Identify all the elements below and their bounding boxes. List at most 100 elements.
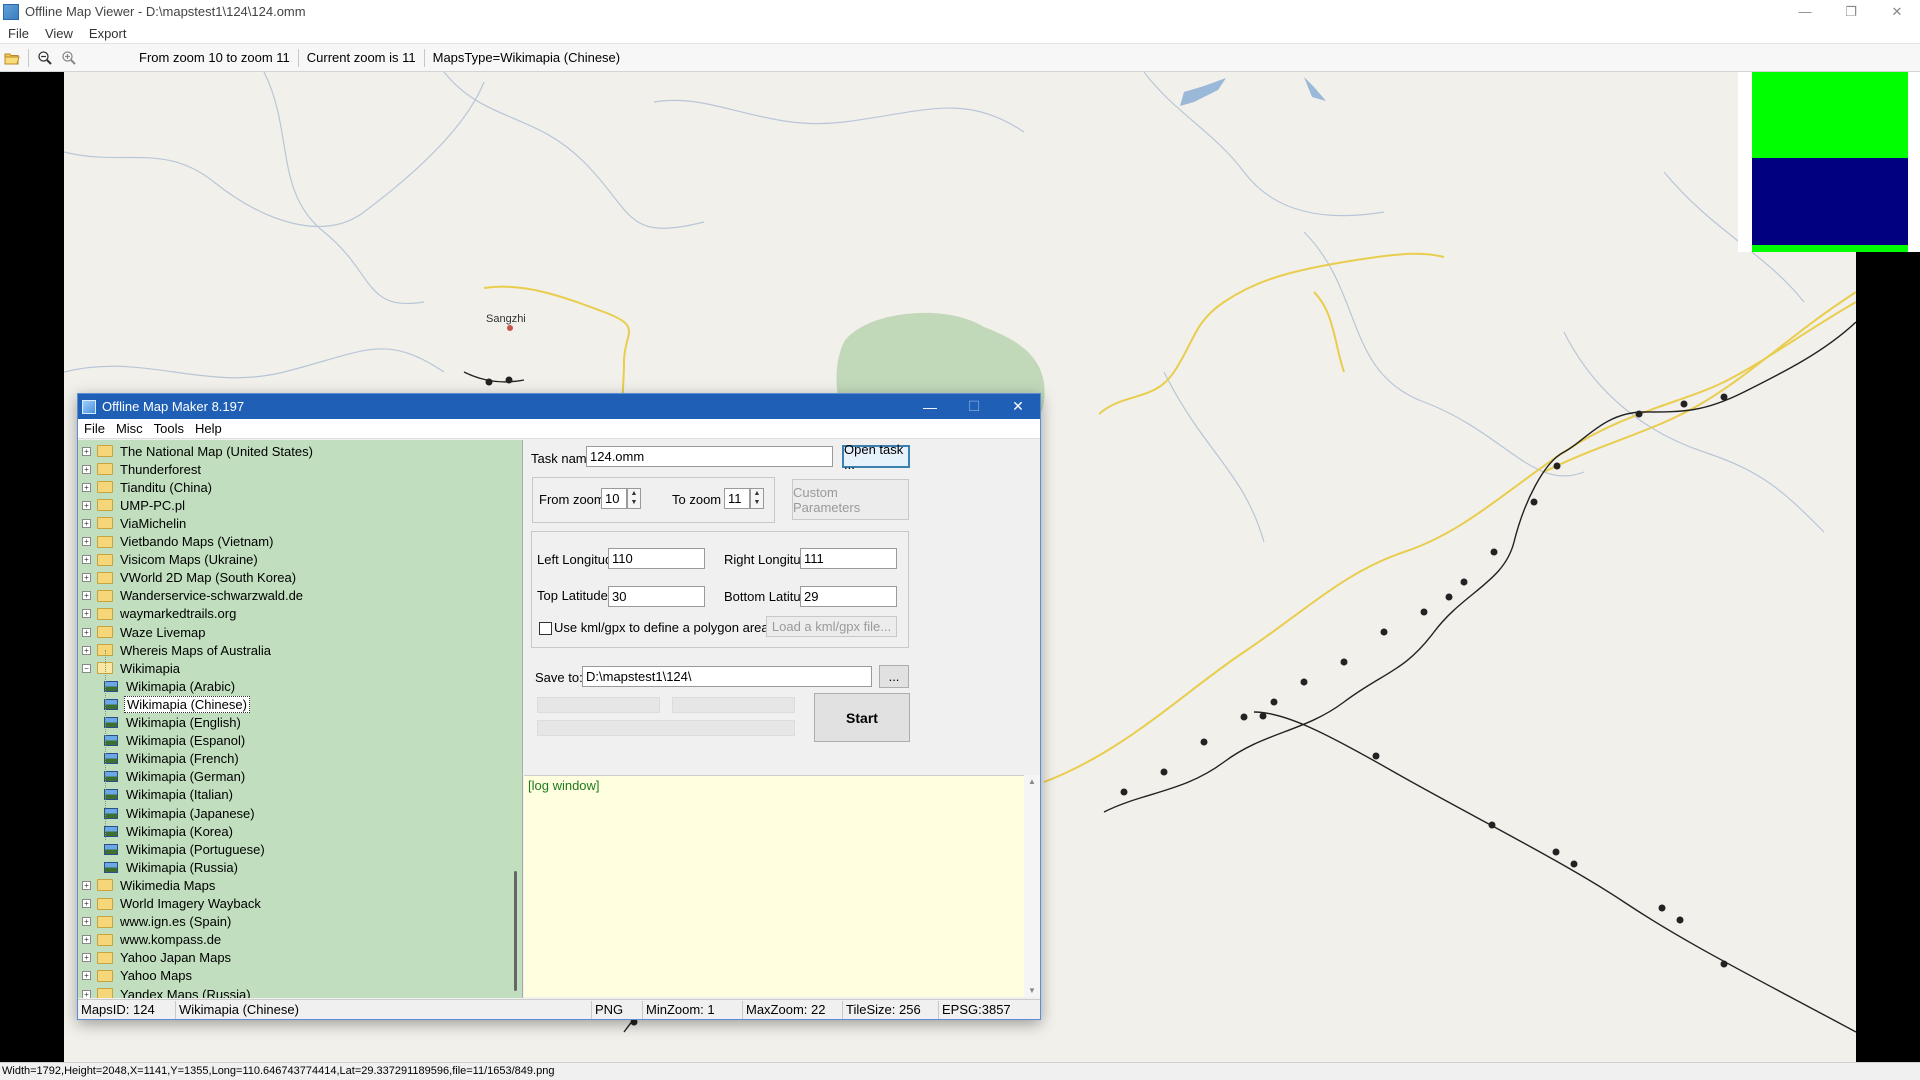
expand-icon[interactable]: + xyxy=(82,899,91,908)
expand-icon[interactable]: + xyxy=(82,518,91,528)
log-window[interactable]: [log window] xyxy=(524,775,1024,997)
tree-item[interactable]: + www.kompass.de xyxy=(82,931,223,949)
menu-file[interactable]: File xyxy=(0,26,37,41)
overview-map[interactable] xyxy=(1738,72,1920,252)
spin-up-icon[interactable]: ▲ xyxy=(751,489,763,498)
expand-icon[interactable]: + xyxy=(82,935,91,945)
expand-icon[interactable]: + xyxy=(82,537,91,546)
dialog-menu-help[interactable]: Help xyxy=(190,421,227,436)
open-folder-icon[interactable] xyxy=(0,47,24,69)
tree-item[interactable]: + www.ign.es (Spain) xyxy=(82,913,233,931)
zoom-in-icon[interactable] xyxy=(57,47,81,69)
status-epsg: EPSG:3857 xyxy=(942,1001,1011,1017)
menu-view[interactable]: View xyxy=(37,26,81,41)
tree-item[interactable]: + waymarkedtrails.org xyxy=(82,605,238,623)
spin-up-icon[interactable]: ▲ xyxy=(628,489,640,498)
tree-item[interactable]: Wikimapia (Portuguese) xyxy=(104,840,267,858)
tree-item[interactable]: + VWorld 2D Map (South Korea) xyxy=(82,569,298,587)
start-button[interactable]: Start xyxy=(814,693,910,742)
status-min-zoom: MinZoom: 1 xyxy=(643,1000,743,1019)
from-zoom-spinner[interactable]: ▲ ▼ xyxy=(627,488,641,509)
tree-item[interactable]: − Wikimapia xyxy=(82,659,182,677)
open-task-button[interactable]: Open task ... xyxy=(842,442,910,472)
task-settings-panel: Task name 124.omm Open task ... From zoo… xyxy=(524,440,1040,998)
tree-item[interactable]: + Thunderforest xyxy=(82,460,203,478)
scroll-down-icon[interactable]: ▼ xyxy=(1028,986,1036,995)
dialog-menu-misc[interactable]: Misc xyxy=(111,421,148,436)
tree-item-label: VWorld 2D Map (South Korea) xyxy=(120,570,297,586)
tree-item[interactable]: + World Imagery Wayback xyxy=(82,895,263,913)
tree-item-label: UMP-PC.pl xyxy=(120,497,186,513)
tree-item[interactable]: Wikimapia (Japanese) xyxy=(104,804,257,822)
log-scrollbar[interactable]: ▲ ▼ xyxy=(1024,775,1040,997)
tree-item[interactable]: Wikimapia (Chinese) xyxy=(104,695,250,713)
tree-item[interactable]: + Yandex Maps (Russia) xyxy=(82,985,253,998)
tree-item[interactable]: Wikimapia (English) xyxy=(104,714,243,732)
expand-icon[interactable]: + xyxy=(82,609,91,619)
spin-down-icon[interactable]: ▼ xyxy=(628,498,640,507)
save-to-field[interactable]: D:\mapstest1\124\ xyxy=(582,666,872,687)
map-edge-black xyxy=(1856,254,1920,1062)
expand-icon[interactable]: + xyxy=(82,500,91,510)
tree-item[interactable]: + ViaMichelin xyxy=(82,514,188,532)
restore-button[interactable]: ❐ xyxy=(1828,0,1874,23)
top-latitude-field[interactable]: 30 xyxy=(608,586,705,607)
zoom-out-icon[interactable] xyxy=(33,47,57,69)
spin-down-icon[interactable]: ▼ xyxy=(751,498,763,507)
expand-icon[interactable]: + xyxy=(82,573,91,583)
expand-icon[interactable]: + xyxy=(82,953,91,963)
tree-item[interactable]: Wikimapia (Italian) xyxy=(104,786,235,804)
expand-icon[interactable]: + xyxy=(82,645,91,655)
right-longitude-field[interactable]: 111 xyxy=(800,548,897,569)
task-name-field[interactable]: 124.omm xyxy=(586,446,833,467)
tree-item[interactable]: Wikimapia (French) xyxy=(104,750,241,768)
dialog-minimize-button[interactable]: — xyxy=(908,394,952,419)
maps-type-text: MapsType=Wikimapia (Chinese) xyxy=(432,49,621,65)
expand-icon[interactable]: + xyxy=(82,464,91,474)
expand-icon[interactable]: + xyxy=(82,446,91,456)
tree-scrollbar-thumb[interactable] xyxy=(514,871,517,991)
scroll-up-icon[interactable]: ▲ xyxy=(1028,777,1036,786)
tree-item[interactable]: + Wanderservice-schwarzwald.de xyxy=(82,587,305,605)
folder-icon xyxy=(97,897,113,910)
left-longitude-field[interactable]: 110 xyxy=(608,548,705,569)
tree-item[interactable]: + UMP-PC.pl xyxy=(82,496,187,514)
dialog-menu-tools[interactable]: Tools xyxy=(149,421,189,436)
map-provider-tree[interactable]: + The National Map (United States) + Thunde… xyxy=(78,440,523,998)
kml-polygon-checkbox[interactable] xyxy=(539,622,552,635)
expand-icon[interactable]: + xyxy=(82,989,91,998)
menu-export[interactable]: Export xyxy=(81,26,135,41)
tree-item[interactable]: + Waze Livemap xyxy=(82,623,208,641)
tree-item[interactable]: Wikimapia (Russia) xyxy=(104,858,240,876)
tree-item[interactable]: + Visicom Maps (Ukraine) xyxy=(82,551,260,569)
tree-item[interactable]: + Yahoo Maps xyxy=(82,967,194,985)
tree-item[interactable]: Wikimapia (Espanol) xyxy=(104,732,247,750)
dialog-close-button[interactable]: ✕ xyxy=(996,394,1040,419)
expand-icon[interactable]: + xyxy=(82,555,91,565)
tree-scrollbar[interactable] xyxy=(510,441,522,997)
expand-icon[interactable]: + xyxy=(82,482,91,492)
dialog-menu-file[interactable]: File xyxy=(79,421,110,436)
tree-item[interactable]: Wikimapia (German) xyxy=(104,768,247,786)
tree-item[interactable]: + The National Map (United States) xyxy=(82,442,315,460)
tree-item[interactable]: Wikimapia (Korea) xyxy=(104,822,235,840)
tree-item[interactable]: + Tianditu (China) xyxy=(82,478,214,496)
expand-icon[interactable]: + xyxy=(82,880,91,890)
tree-item[interactable]: + Wikimedia Maps xyxy=(82,876,217,894)
tree-item[interactable]: + Whereis Maps of Australia xyxy=(82,641,273,659)
close-button[interactable]: ✕ xyxy=(1874,0,1920,23)
browse-button[interactable]: ... xyxy=(879,665,909,688)
expand-icon[interactable]: + xyxy=(82,917,91,927)
to-zoom-field[interactable]: 11 xyxy=(724,488,750,509)
from-zoom-field[interactable]: 10 xyxy=(601,488,627,509)
tree-item[interactable]: Wikimapia (Arabic) xyxy=(104,677,237,695)
tree-item[interactable]: + Vietbando Maps (Vietnam) xyxy=(82,533,275,551)
expand-icon[interactable]: + xyxy=(82,591,91,601)
expand-icon[interactable]: + xyxy=(82,971,91,981)
bottom-latitude-field[interactable]: 29 xyxy=(800,586,897,607)
collapse-icon[interactable]: − xyxy=(82,663,91,673)
expand-icon[interactable]: + xyxy=(82,627,91,637)
to-zoom-spinner[interactable]: ▲ ▼ xyxy=(750,488,764,509)
tree-item[interactable]: + Yahoo Japan Maps xyxy=(82,949,233,967)
minimize-button[interactable]: — xyxy=(1782,0,1828,23)
